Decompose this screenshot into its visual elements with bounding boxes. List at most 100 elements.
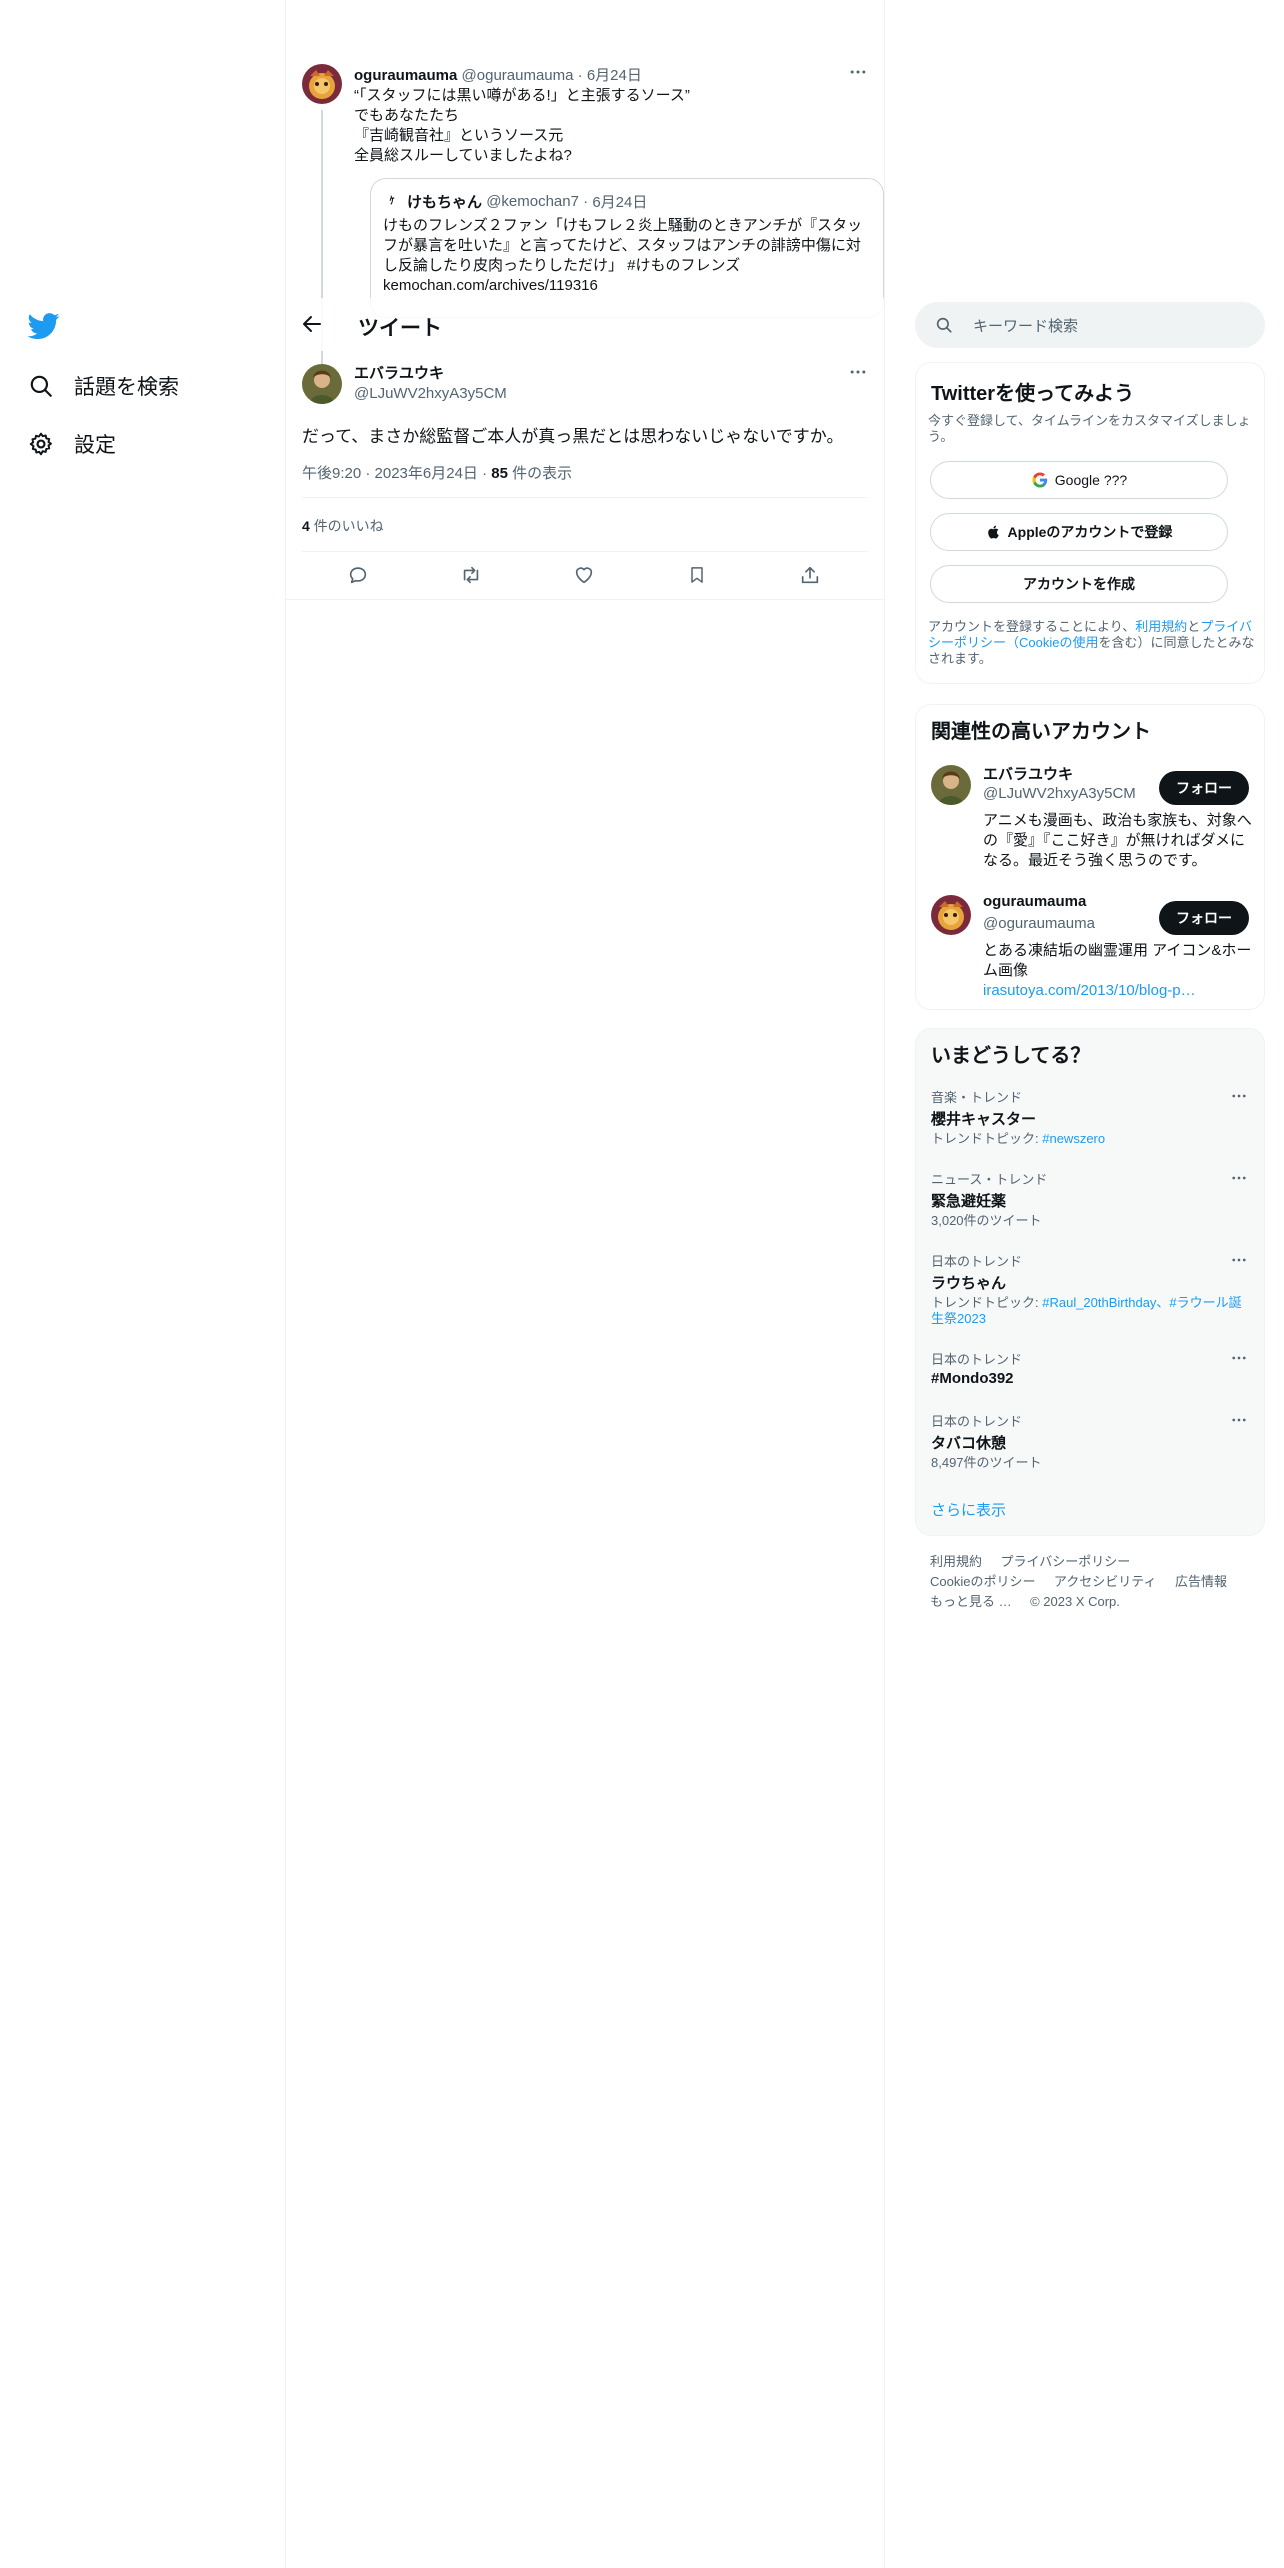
nav-settings[interactable]: 設定 — [28, 424, 116, 464]
account-link[interactable]: irasutoya.com/2013/10/blog-p… — [983, 981, 1253, 1001]
search-input[interactable]: キーワード検索 — [973, 315, 1078, 336]
footer-link[interactable]: Cookieのポリシー — [930, 1574, 1035, 1589]
account-bio: アニメも漫画も、政治も家族も、対象への『愛』『ここ好き』が無ければダメになる。最… — [983, 812, 1252, 869]
author-handle[interactable]: @oguraumauma — [462, 67, 574, 84]
show-more-link[interactable]: さらに表示 — [931, 1499, 1006, 1520]
nav-settings-label: 設定 — [74, 434, 116, 457]
bookmark-icon — [687, 564, 707, 586]
signup-subtitle: 今すぐ登録して、タイムラインをカスタマイズしましょう。 — [928, 413, 1251, 444]
related-account[interactable]: oguraumauma @oguraumauma フォロー とある凍結垢の幽霊運… — [916, 891, 1264, 1001]
text-line: でもあなたたち — [354, 107, 460, 124]
more-icon[interactable] — [1230, 1251, 1248, 1269]
apple-signup-label: Appleのアカウントで登録 — [1007, 524, 1173, 540]
trend-item[interactable]: 日本のトレンド タバコ休憩 8,497件のツイート — [916, 1411, 1264, 1481]
author-name[interactable]: エバラユウキ — [354, 362, 507, 383]
quote-author-name: けもちゃん — [407, 194, 483, 211]
cookie-link[interactable]: （Cookieの使用 — [1006, 635, 1098, 650]
quoted-tweet-text: けものフレンズ２ファン「けもフレ２炎上騒動のときアンチが『スタッ フが暴言を吐い… — [383, 216, 871, 296]
quoted-tweet-header: ｹ けもちゃん @kemochan7 · 6月24日 — [383, 191, 871, 212]
search-icon — [28, 373, 54, 399]
page-title: ツイート — [358, 317, 442, 340]
separator: · — [482, 465, 488, 482]
twitter-logo-icon[interactable] — [28, 310, 60, 342]
text-line: 全員総スルーしていましたよね? — [354, 147, 572, 164]
like-button[interactable] — [564, 560, 604, 590]
footer-link[interactable]: アクセシビリティ — [1054, 1574, 1157, 1589]
bookmark-button[interactable] — [677, 560, 717, 590]
retweet-button[interactable] — [451, 560, 491, 590]
right-divider — [884, 0, 885, 2568]
back-arrow-icon[interactable] — [300, 312, 324, 336]
text-line: し反論したり皮肉ったりしただけ」 #けものフレンズ — [383, 257, 741, 274]
tweet-time[interactable]: 午後9:20 · 2023年6月24日 — [302, 465, 478, 482]
avatar[interactable] — [302, 364, 342, 404]
more-icon[interactable] — [848, 362, 868, 382]
author-block: エバラユウキ @LJuWV2hxyA3y5CM — [354, 362, 507, 402]
more-icon[interactable] — [1230, 1411, 1248, 1429]
account-name: oguraumauma — [983, 893, 1087, 910]
nav-explore[interactable]: 話題を検索 — [28, 366, 179, 406]
trend-topic-link[interactable]: #newszero — [1042, 1131, 1105, 1146]
author-handle[interactable]: @LJuWV2hxyA3y5CM — [354, 385, 507, 402]
tweet-meta: 午後9:20 · 2023年6月24日 · 85 件の表示 — [302, 462, 572, 483]
reply-button[interactable] — [338, 560, 378, 590]
views-count: 85 — [491, 465, 508, 482]
more-icon[interactable] — [1230, 1349, 1248, 1367]
trend-item[interactable]: 日本のトレンド ラウちゃん トレンドトピック: #Raul_20thBirthd… — [916, 1251, 1264, 1341]
trend-item[interactable]: 音楽・トレンド 櫻井キャスター トレンドトピック: #newszero — [916, 1087, 1264, 1157]
text-line: kemochan.com/archives/119316 — [383, 277, 598, 294]
divider — [286, 599, 884, 600]
quoted-tweet-card[interactable]: ｹ けもちゃん @kemochan7 · 6月24日 けものフレンズ２ファン「け… — [370, 178, 884, 318]
trend-category: 日本のトレンド — [931, 1254, 1023, 1269]
avatar[interactable] — [302, 64, 342, 104]
text-line: “「スタッフには黒い噂がある!」と主張するソース” — [354, 87, 690, 104]
nav-explore-label: 話題を検索 — [74, 376, 179, 399]
account-handle: @LJuWV2hxyA3y5CM — [983, 785, 1136, 802]
signup-title: Twitterを使ってみよう — [931, 383, 1135, 405]
related-account[interactable]: エバラユウキ @LJuWV2hxyA3y5CM フォロー アニメも漫画も、政治も… — [916, 761, 1264, 883]
tweet-date[interactable]: 6月24日 — [587, 67, 642, 84]
more-icon[interactable] — [848, 62, 868, 82]
gear-icon — [28, 431, 54, 457]
parent-tweet-text: “「スタッフには黒い噂がある!」と主張するソース” でもあなたたち 『吉崎観音社… — [354, 86, 864, 166]
share-button[interactable] — [790, 560, 830, 590]
account-name: エバラユウキ — [983, 766, 1074, 783]
divider — [302, 497, 868, 498]
sticky-header: ツイート — [286, 298, 884, 351]
more-icon[interactable] — [1230, 1087, 1248, 1105]
trend-sub: トレンドトピック: #Raul_20thBirthday、#ラウール誕生祭202… — [931, 1295, 1244, 1327]
follow-button[interactable]: フォロー — [1159, 901, 1249, 935]
trend-item[interactable]: ニュース・トレンド 緊急避妊薬 3,020件のツイート — [916, 1169, 1264, 1239]
author-name[interactable]: oguraumauma — [354, 67, 457, 84]
footer-link[interactable]: プライバシーポリシー — [1000, 1554, 1130, 1569]
retweet-icon — [459, 564, 483, 586]
terms-link[interactable]: 利用規約 — [1135, 619, 1187, 634]
footer-link[interactable]: 利用規約 — [930, 1554, 982, 1569]
views-label: 件の表示 — [512, 465, 573, 482]
account-handle: @oguraumauma — [983, 915, 1095, 932]
search-box[interactable]: キーワード検索 — [915, 302, 1265, 348]
trend-item[interactable]: 日本のトレンド #Mondo392 — [916, 1349, 1264, 1399]
left-nav: 話題を検索 設定 — [0, 0, 286, 2568]
avatar[interactable] — [931, 895, 971, 935]
tweet-text: だって、まさか総監督ご本人が真っ黒だとは思わないじゃないですか。 — [302, 427, 844, 446]
google-signup-label: Google ??? — [1054, 472, 1128, 488]
trend-sub: 8,497件のツイート — [931, 1455, 1042, 1470]
quote-avatar: ｹ — [383, 192, 401, 211]
search-icon — [935, 316, 953, 334]
trend-category: 音楽・トレンド — [931, 1090, 1023, 1105]
follow-button[interactable]: フォロー — [1159, 771, 1249, 805]
divider — [302, 551, 868, 552]
likes-stat[interactable]: 4 件のいいね — [302, 516, 384, 536]
related-accounts-card: 関連性の高いアカウント エバラユウキ @LJuWV2hxyA3y5CM フォロー… — [915, 704, 1265, 1010]
trend-sub: トレンドトピック: #newszero — [931, 1131, 1264, 1147]
more-icon[interactable] — [1230, 1169, 1248, 1187]
google-signup-button[interactable]: Google ??? — [930, 461, 1228, 499]
trend-category: 日本のトレンド — [931, 1352, 1023, 1367]
apple-signup-button[interactable]: Appleのアカウントで登録 — [930, 513, 1228, 551]
footer-more-link[interactable]: もっと見る … — [930, 1594, 1012, 1609]
share-icon — [799, 564, 821, 586]
footer-link[interactable]: 広告情報 — [1175, 1574, 1227, 1589]
create-account-button[interactable]: アカウントを作成 — [930, 565, 1228, 603]
avatar[interactable] — [931, 765, 971, 805]
